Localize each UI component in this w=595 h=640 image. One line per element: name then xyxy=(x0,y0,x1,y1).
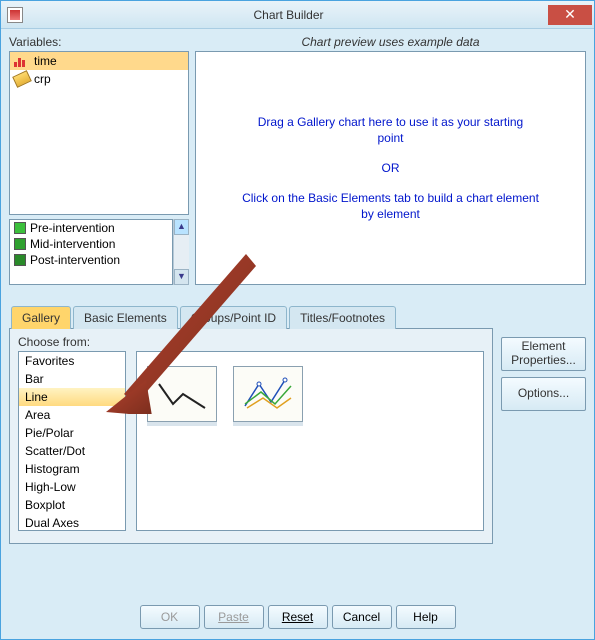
tab-basic-elements[interactable]: Basic Elements xyxy=(73,306,178,329)
tab-gallery[interactable]: Gallery xyxy=(11,306,71,329)
chart-type-item[interactable]: Area xyxy=(19,406,125,424)
chart-type-item[interactable]: Boxplot xyxy=(19,496,125,514)
help-button[interactable]: Help xyxy=(396,605,456,629)
categories-scrollbar[interactable]: ▲ ▼ xyxy=(173,219,189,285)
preview-hint-or: OR xyxy=(382,160,400,176)
preview-hint-2: Click on the Basic Elements tab to build… xyxy=(236,190,546,222)
bar-icon xyxy=(14,55,30,67)
category-item[interactable]: Post-intervention xyxy=(10,252,172,268)
app-icon xyxy=(7,7,23,23)
reset-button[interactable]: Reset xyxy=(268,605,328,629)
variable-item[interactable]: crp xyxy=(10,70,188,88)
color-swatch xyxy=(14,254,26,266)
tab-strip: Gallery Basic Elements Groups/Point ID T… xyxy=(9,305,493,328)
color-swatch xyxy=(14,238,26,250)
chart-type-item[interactable]: Pie/Polar xyxy=(19,424,125,442)
category-item[interactable]: Pre-intervention xyxy=(10,220,172,236)
gallery-panel: Choose from: FavoritesBarLineAreaPie/Pol… xyxy=(9,328,493,544)
thumb-simple-line[interactable] xyxy=(147,366,217,422)
paste-button[interactable]: Paste xyxy=(204,605,264,629)
chart-type-item[interactable]: Scatter/Dot xyxy=(19,442,125,460)
chart-type-item[interactable]: High-Low xyxy=(19,478,125,496)
preview-hint-1: Drag a Gallery chart here to use it as y… xyxy=(251,114,531,146)
category-label: Post-intervention xyxy=(30,253,120,267)
categories-list[interactable]: Pre-intervention Mid-intervention Post-int… xyxy=(9,219,173,285)
window-title: Chart Builder xyxy=(29,8,548,22)
variables-list[interactable]: time crp xyxy=(9,51,189,215)
simple-line-icon xyxy=(155,376,209,412)
scroll-up-button[interactable]: ▲ xyxy=(174,219,189,235)
chart-preview-dropzone[interactable]: Drag a Gallery chart here to use it as y… xyxy=(195,51,586,285)
title-bar: Chart Builder ✕ xyxy=(1,1,594,29)
variable-item[interactable]: time xyxy=(10,52,188,70)
category-label: Pre-intervention xyxy=(30,221,115,235)
chart-thumbnails xyxy=(136,351,484,531)
chart-type-item[interactable]: Favorites xyxy=(19,352,125,370)
variable-label: crp xyxy=(34,72,51,86)
chart-type-list[interactable]: FavoritesBarLineAreaPie/PolarScatter/Dot… xyxy=(18,351,126,531)
color-swatch xyxy=(14,222,26,234)
choose-from-label: Choose from: xyxy=(18,335,484,349)
options-button[interactable]: Options... xyxy=(501,377,586,411)
ruler-icon xyxy=(12,70,32,88)
cancel-button[interactable]: Cancel xyxy=(332,605,392,629)
thumb-multiple-line[interactable] xyxy=(233,366,303,422)
tab-groups-point-id[interactable]: Groups/Point ID xyxy=(180,306,287,329)
button-bar: OK Paste Reset Cancel Help xyxy=(1,605,594,629)
multiple-line-icon xyxy=(241,376,295,412)
chart-type-item[interactable]: Bar xyxy=(19,370,125,388)
preview-caption: Chart preview uses example data xyxy=(195,35,586,49)
scroll-down-button[interactable]: ▼ xyxy=(174,269,189,285)
variable-label: time xyxy=(34,54,57,68)
element-properties-button[interactable]: Element Properties... xyxy=(501,337,586,371)
close-button[interactable]: ✕ xyxy=(548,5,592,25)
ok-button[interactable]: OK xyxy=(140,605,200,629)
chart-type-item[interactable]: Histogram xyxy=(19,460,125,478)
chart-type-item[interactable]: Line xyxy=(19,388,125,406)
chart-type-item[interactable]: Dual Axes xyxy=(19,514,125,532)
category-label: Mid-intervention xyxy=(30,237,115,251)
tab-titles-footnotes[interactable]: Titles/Footnotes xyxy=(289,306,396,329)
variables-label: Variables: xyxy=(9,35,189,49)
category-item[interactable]: Mid-intervention xyxy=(10,236,172,252)
